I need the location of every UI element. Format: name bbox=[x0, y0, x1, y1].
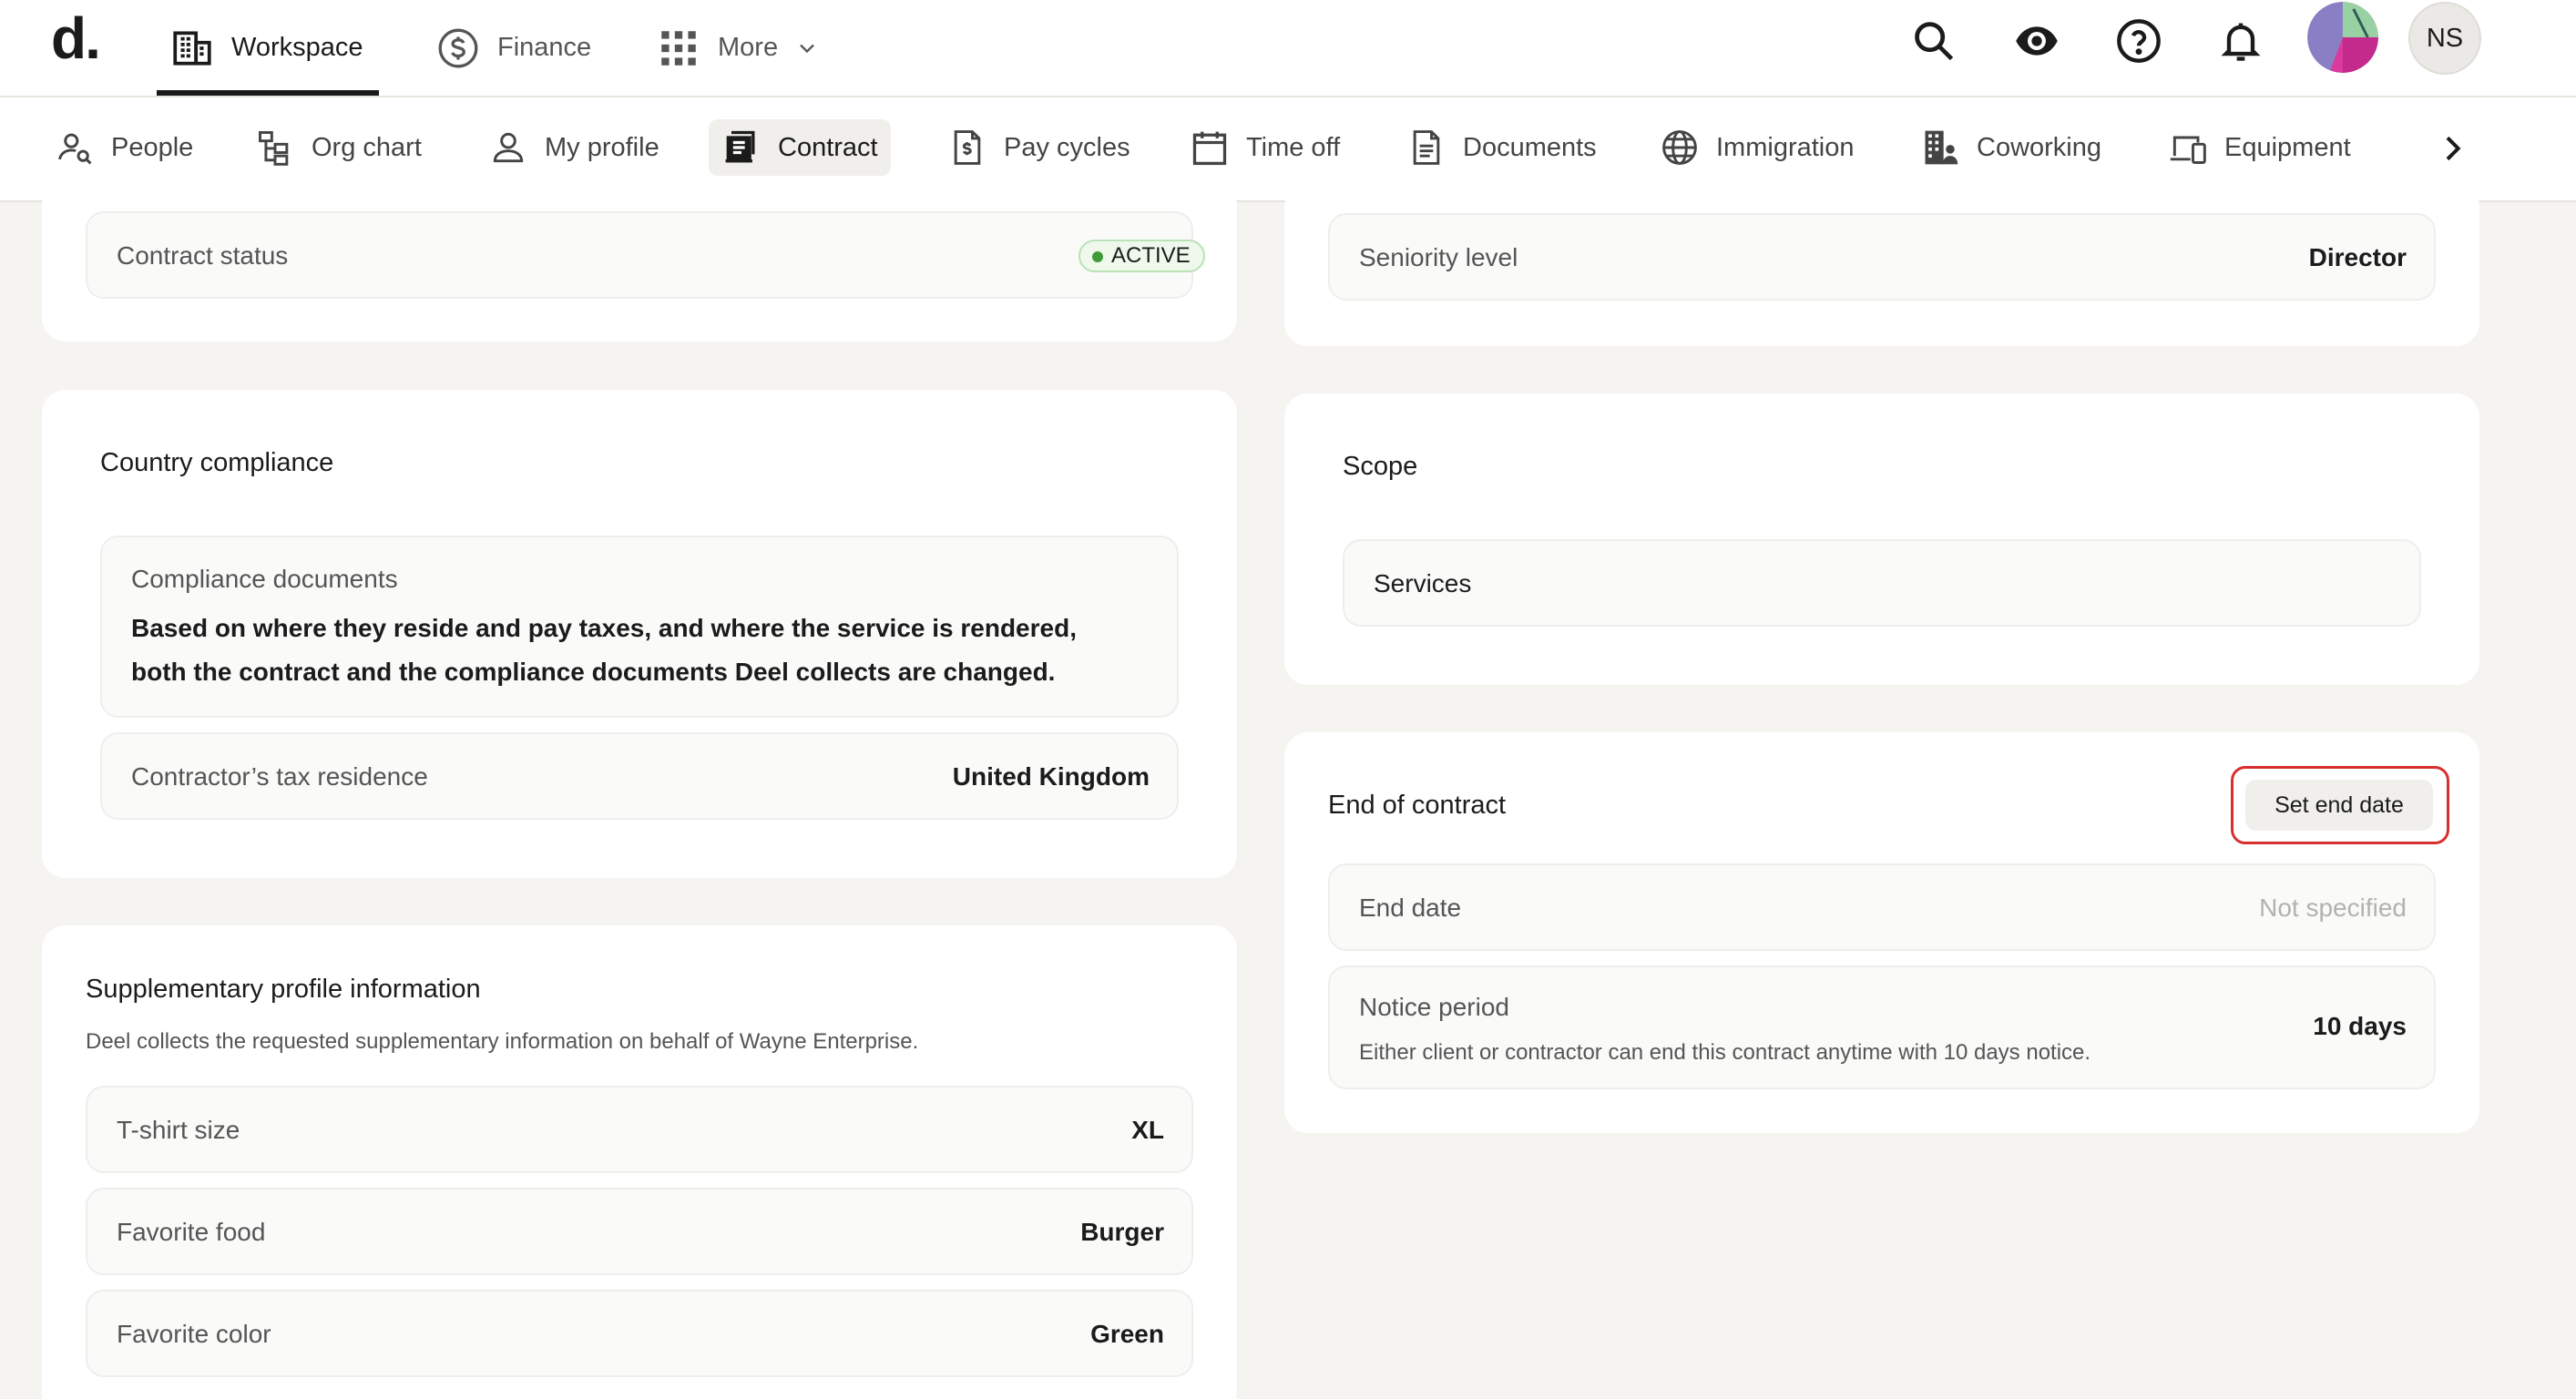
nav-workspace-label: Workspace bbox=[231, 33, 363, 62]
compliance-documents-line2: both the contract and the compliance doc… bbox=[131, 658, 1056, 686]
user-icon bbox=[493, 132, 524, 163]
user-initials: NS bbox=[2426, 23, 2464, 53]
tab-people[interactable]: People bbox=[42, 119, 206, 176]
notice-period-field: Notice period Either client or contracto… bbox=[1328, 965, 2436, 1089]
notice-period-description: Either client or contractor can end this… bbox=[1359, 1040, 2091, 1065]
seniority-field: Seniority level Director bbox=[1328, 213, 2436, 301]
grid-icon bbox=[661, 30, 696, 66]
country-compliance-card: Country compliance Compliance documents … bbox=[42, 390, 1237, 878]
people-search-icon bbox=[58, 133, 92, 165]
tab-immigration-label: Immigration bbox=[1716, 132, 1855, 162]
tab-org-chart[interactable]: Org chart bbox=[242, 119, 434, 176]
supplementary-row: Favorite color Green bbox=[86, 1290, 1193, 1377]
end-of-contract-title: End of contract bbox=[1328, 791, 1507, 820]
help-button[interactable] bbox=[2109, 11, 2169, 71]
bell-icon bbox=[2221, 23, 2261, 61]
end-date-field: End date Not specified bbox=[1328, 863, 2436, 951]
tab-documents[interactable]: Documents bbox=[1394, 119, 1610, 176]
tab-my-profile[interactable]: My profile bbox=[475, 119, 672, 176]
compliance-documents-label: Compliance documents bbox=[131, 565, 398, 593]
tab-immigration[interactable]: Immigration bbox=[1647, 119, 1867, 176]
org-chart-icon bbox=[259, 131, 289, 166]
tab-people-label: People bbox=[111, 132, 194, 162]
nav-finance[interactable]: Finance bbox=[435, 0, 591, 96]
tab-documents-label: Documents bbox=[1463, 132, 1597, 162]
office-icon bbox=[1925, 130, 1958, 165]
help-circle-icon bbox=[2117, 19, 2161, 63]
tab-coworking[interactable]: Coworking bbox=[1907, 119, 2114, 176]
nav-more-label: More bbox=[718, 33, 779, 62]
company-avatar[interactable] bbox=[2307, 2, 2378, 73]
building-icon bbox=[173, 30, 211, 66]
tab-contract[interactable]: Contract bbox=[709, 119, 891, 176]
tab-time-off-label: Time off bbox=[1246, 132, 1341, 162]
tab-equipment[interactable]: Equipment bbox=[2155, 119, 2364, 176]
notice-period-value: 10 days bbox=[2313, 1012, 2407, 1040]
supplementary-info-card: Supplementary profile information Deel c… bbox=[42, 925, 1237, 1399]
nav-finance-label: Finance bbox=[497, 33, 592, 62]
top-bar: d. Workspace Finance More NS bbox=[0, 0, 2576, 97]
tab-pay-cycles[interactable]: Pay cycles bbox=[935, 119, 1143, 176]
notifications-button[interactable] bbox=[2211, 11, 2271, 71]
seniority-label: Seniority level bbox=[1359, 243, 1518, 271]
favorite-food-label: Favorite food bbox=[117, 1218, 266, 1246]
supplementary-title: Supplementary profile information bbox=[86, 975, 481, 1004]
tax-residence-value: United Kingdom bbox=[952, 762, 1150, 791]
tab-equipment-label: Equipment bbox=[2224, 132, 2351, 162]
scope-services-field: Services bbox=[1343, 539, 2421, 627]
contract-details-card: Contract status ACTIVE bbox=[42, 182, 1237, 342]
compliance-documents-field: Compliance documents Based on where they… bbox=[100, 536, 1179, 718]
eye-icon bbox=[2016, 26, 2058, 56]
search-button[interactable] bbox=[1904, 11, 1964, 71]
tab-time-off[interactable]: Time off bbox=[1177, 119, 1353, 176]
document-icon bbox=[1413, 130, 1440, 165]
tab-coworking-label: Coworking bbox=[1977, 132, 2101, 162]
scope-title: Scope bbox=[1343, 452, 1418, 481]
chevron-right-icon[interactable] bbox=[2434, 130, 2470, 167]
user-avatar[interactable]: NS bbox=[2408, 2, 2481, 75]
supplementary-subtitle: Deel collects the requested supplementar… bbox=[86, 1029, 919, 1054]
preview-button[interactable] bbox=[2007, 11, 2067, 71]
seniority-value: Director bbox=[2308, 243, 2407, 271]
scope-card: Scope Services bbox=[1284, 393, 2479, 685]
devices-icon bbox=[2170, 136, 2206, 164]
tax-residence-field: Contractor’s tax residence United Kingdo… bbox=[100, 732, 1179, 820]
chevron-down-icon bbox=[800, 44, 814, 53]
tab-pay-cycles-label: Pay cycles bbox=[1004, 132, 1130, 162]
nav-workspace[interactable]: Workspace bbox=[169, 0, 363, 96]
set-end-date-button[interactable]: Set end date bbox=[2245, 780, 2433, 831]
tab-my-profile-label: My profile bbox=[545, 132, 659, 162]
status-badge: ACTIVE bbox=[1078, 240, 1205, 272]
company-logo-icon bbox=[2307, 2, 2378, 73]
calendar-icon bbox=[1192, 131, 1227, 166]
favorite-food-value: Burger bbox=[1080, 1218, 1164, 1246]
dollar-circle-icon bbox=[438, 28, 478, 67]
contract-status-label: Contract status bbox=[117, 241, 289, 270]
compliance-documents-line1: Based on where they reside and pay taxes… bbox=[131, 614, 1077, 642]
tab-contract-label: Contract bbox=[778, 132, 878, 162]
active-nav-indicator bbox=[157, 90, 379, 96]
search-icon bbox=[1915, 22, 1954, 61]
nav-more[interactable]: More bbox=[656, 0, 820, 96]
pay-doc-icon bbox=[954, 130, 981, 165]
job-details-card: Seniority level Director bbox=[1284, 182, 2479, 346]
supplementary-row: Favorite food Burger bbox=[86, 1188, 1193, 1275]
notice-period-label: Notice period bbox=[1359, 993, 1509, 1021]
tax-residence-label: Contractor’s tax residence bbox=[131, 762, 428, 791]
favorite-color-label: Favorite color bbox=[117, 1320, 271, 1348]
tshirt-size-value: XL bbox=[1131, 1116, 1164, 1144]
tab-org-chart-label: Org chart bbox=[312, 132, 422, 162]
end-date-label: End date bbox=[1359, 894, 1462, 922]
tshirt-size-label: T-shirt size bbox=[117, 1116, 240, 1144]
deel-logo[interactable]: d. bbox=[51, 5, 101, 71]
supplementary-row: T-shirt size XL bbox=[86, 1086, 1193, 1173]
contract-status-field: Contract status ACTIVE bbox=[86, 211, 1205, 299]
favorite-color-value: Green bbox=[1090, 1320, 1164, 1348]
contract-icon bbox=[725, 130, 755, 163]
globe-icon bbox=[1662, 130, 1697, 165]
scope-services: Services bbox=[1374, 569, 1472, 597]
end-date-value: Not specified bbox=[2259, 894, 2407, 922]
country-compliance-title: Country compliance bbox=[100, 448, 334, 477]
